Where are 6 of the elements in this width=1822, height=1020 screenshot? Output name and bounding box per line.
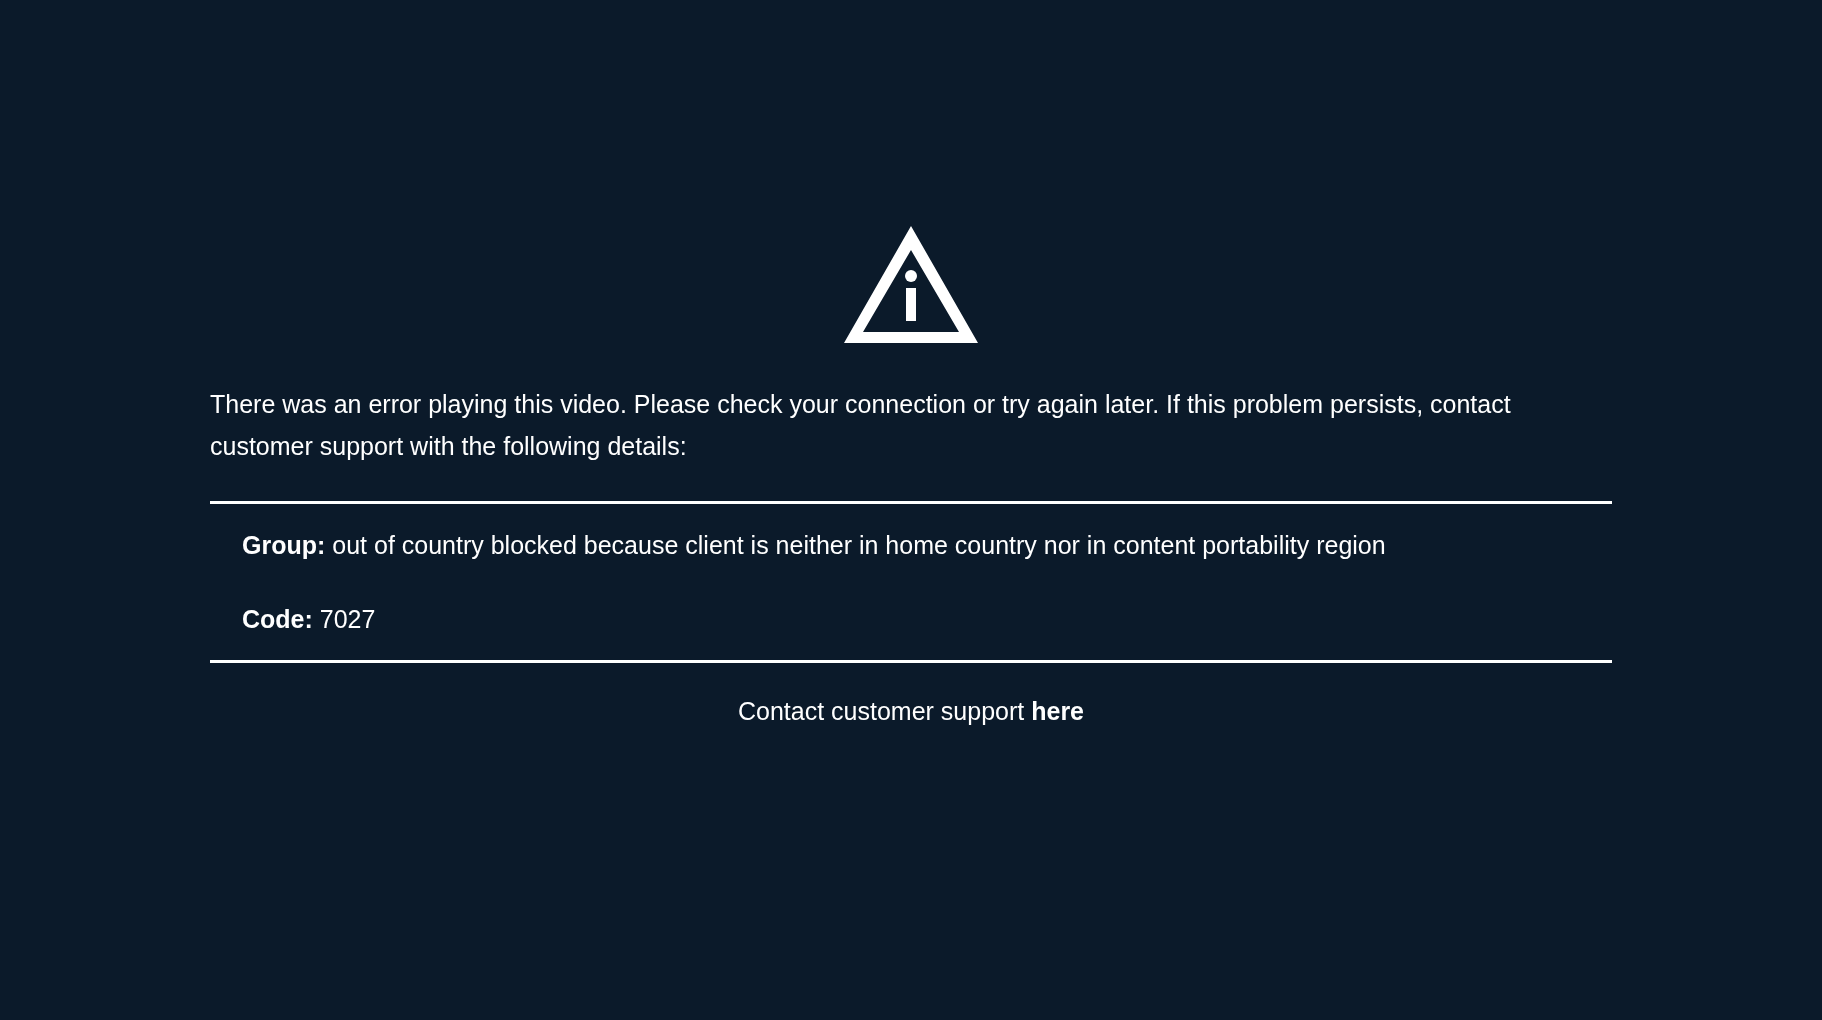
warning-info-icon bbox=[844, 226, 978, 343]
support-link[interactable]: here bbox=[1031, 697, 1085, 725]
error-message: There was an error playing this video. Please check your connection or try again later. If this problem persists, contact customer support with the following details: bbox=[210, 389, 1512, 462]
detail-line: Group: out of country blocked because client is neither in home country nor in content portability region bbox=[242, 530, 1387, 561]
contact-text: Contact customer support bbox=[737, 697, 1025, 725]
detail-line: Code: 7027 bbox=[242, 604, 377, 635]
